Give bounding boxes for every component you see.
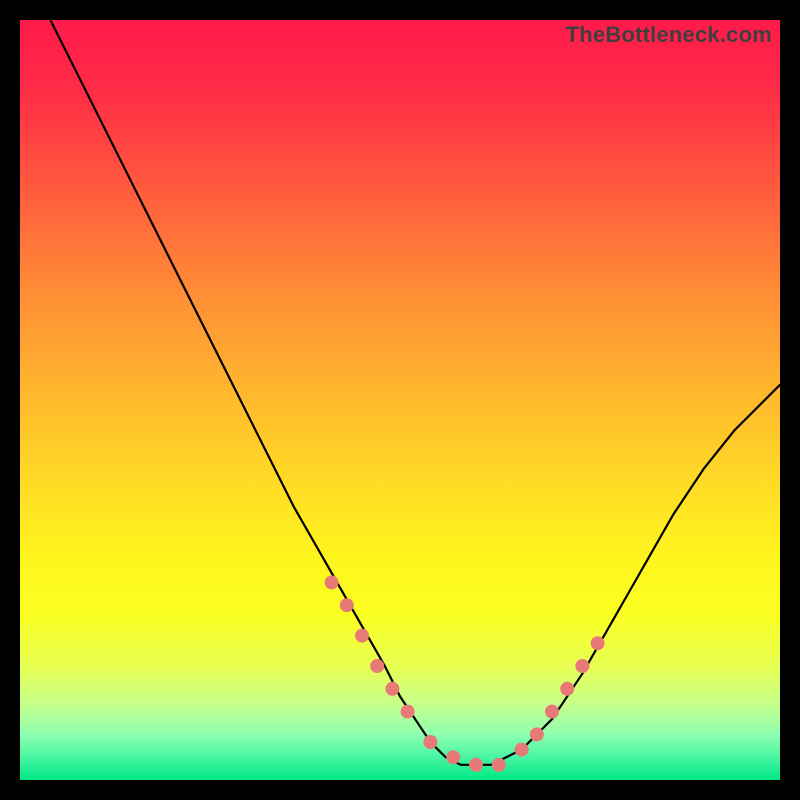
watermark-text: TheBottleneck.com [566,22,772,48]
threshold-dot [515,743,529,757]
curve-layer [20,20,780,780]
threshold-dot [545,705,559,719]
plot-area: TheBottleneck.com [20,20,780,780]
threshold-dot [423,735,437,749]
threshold-dot [530,727,544,741]
threshold-dot [340,598,354,612]
threshold-dot [591,636,605,650]
threshold-dot [355,629,369,643]
threshold-dot [385,682,399,696]
threshold-dot [325,575,339,589]
threshold-dot [446,750,460,764]
threshold-dot [575,659,589,673]
threshold-dots [325,575,605,771]
chart-frame: { "watermark": "TheBottleneck.com", "col… [0,0,800,800]
threshold-dot [370,659,384,673]
bottleneck-curve [50,20,780,765]
threshold-dot [492,758,506,772]
threshold-dot [469,758,483,772]
threshold-dot [560,682,574,696]
threshold-dot [401,705,415,719]
